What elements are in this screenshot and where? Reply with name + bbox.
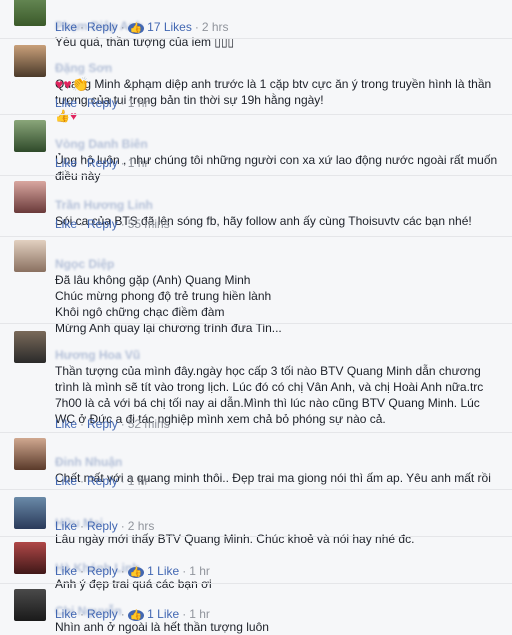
divider — [0, 583, 512, 584]
like-link[interactable]: Like — [55, 474, 77, 488]
timestamp[interactable]: 52 mins — [128, 417, 170, 431]
divider — [0, 236, 512, 237]
comment: Vòng Danh Biên Ủng hộ luôn , như chúng t… — [0, 116, 512, 183]
comment: Ngọc Diệp Đã lâu không gặp (Anh) Quang M… — [0, 238, 512, 335]
avatar[interactable] — [14, 497, 46, 529]
avatar[interactable] — [14, 542, 46, 574]
comment-text: Nhìn anh ở ngoài là hết thần tượng luôn — [55, 620, 269, 634]
like-link[interactable]: Like — [55, 156, 77, 170]
divider — [0, 536, 512, 537]
reply-link[interactable]: Reply — [87, 417, 118, 431]
avatar[interactable] — [14, 438, 46, 470]
avatar[interactable] — [14, 589, 46, 621]
commenter-name[interactable]: Ngọc Diệp — [55, 257, 114, 271]
reply-link[interactable]: Reply — [87, 217, 118, 231]
timestamp[interactable]: 1 hr — [128, 156, 149, 170]
comment: Chi Nguyễn Nhìn anh ở ngoài là hết thần … — [0, 585, 512, 634]
timestamp[interactable]: 2 hrs — [202, 20, 229, 34]
timestamp[interactable]: 55 mins — [128, 217, 170, 231]
like-link[interactable]: Like — [55, 607, 77, 621]
timestamp[interactable]: 2 hrs — [128, 519, 155, 533]
divider — [0, 175, 512, 176]
comment: Hương Hoa Vũ Thần tượng của mình đây.ngà… — [0, 325, 512, 433]
like-link[interactable]: Like — [55, 564, 77, 578]
divider — [0, 38, 512, 39]
comment: Đặng Sơn Quang Minh &phạm diệp anh trước… — [0, 40, 512, 123]
like-link[interactable]: Like — [55, 96, 77, 110]
timestamp[interactable]: 1 hr — [189, 607, 210, 621]
timestamp[interactable]: 1 hr — [128, 96, 149, 110]
commenter-name[interactable]: Đinh Nhuận — [55, 455, 122, 469]
like-count[interactable]: 17 Likes — [128, 20, 192, 34]
like-link[interactable]: Like — [55, 519, 77, 533]
reply-link[interactable]: Reply — [87, 474, 118, 488]
emoji-row-icon: ♥♥👏 — [55, 76, 90, 92]
avatar[interactable] — [14, 181, 46, 213]
like-link[interactable]: Like — [55, 217, 77, 231]
avatar[interactable] — [14, 0, 46, 26]
like-count[interactable]: 1 Like — [128, 607, 179, 621]
divider — [0, 489, 512, 490]
avatar[interactable] — [14, 331, 46, 363]
divider — [0, 432, 512, 433]
avatar[interactable] — [14, 120, 46, 152]
comment: Phạm Diệp Anh Yêu quá, thần tượng của ie… — [0, 0, 512, 49]
divider — [0, 323, 512, 324]
reply-link[interactable]: Reply — [87, 96, 118, 110]
reply-link[interactable]: Reply — [87, 20, 118, 34]
comment: Hà Khánh Linh Anh ý đẹp trai quá các bạn… — [0, 538, 512, 591]
reply-link[interactable]: Reply — [87, 156, 118, 170]
commenter-name[interactable]: Đặng Sơn — [55, 61, 112, 75]
comment: Hữu Mai Lâu ngày mới thấy BTV Quang Minh… — [0, 491, 512, 546]
commenter-name[interactable]: Vòng Danh Biên — [55, 137, 148, 151]
avatar[interactable] — [14, 45, 46, 77]
divider — [0, 114, 512, 115]
commenter-name[interactable]: Trần Hương Linh — [55, 198, 153, 212]
like-link[interactable]: Like — [55, 20, 77, 34]
like-count[interactable]: 1 Like — [128, 564, 179, 578]
reply-link[interactable]: Reply — [87, 607, 118, 621]
reply-link[interactable]: Reply — [87, 519, 118, 533]
reply-link[interactable]: Reply — [87, 564, 118, 578]
avatar[interactable] — [14, 240, 46, 272]
comment: Trần Hương Linh Sói ca của BTS đã lên só… — [0, 177, 512, 237]
timestamp[interactable]: 1 hr — [189, 564, 210, 578]
like-link[interactable]: Like — [55, 417, 77, 431]
commenter-name[interactable]: Hương Hoa Vũ — [55, 348, 140, 362]
comment: Đinh Nhuận Chết mất với a quang minh thô… — [0, 434, 512, 490]
timestamp[interactable]: 1 hr — [128, 474, 149, 488]
